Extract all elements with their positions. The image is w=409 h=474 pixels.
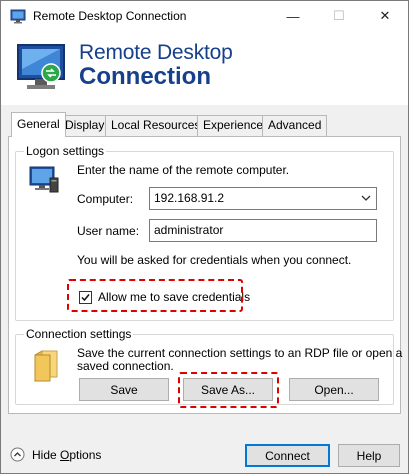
save-credentials-checkbox[interactable]	[79, 291, 92, 304]
open-button[interactable]: Open...	[289, 378, 379, 401]
tab-local-resources[interactable]: Local Resources	[105, 115, 207, 136]
hide-options-link[interactable]: Hide Options	[32, 448, 101, 462]
banner-title-line1: Remote Desktop	[79, 41, 233, 64]
save-credentials-label[interactable]: Allow me to save credentials	[98, 290, 250, 304]
remote-desktop-app-icon	[10, 9, 26, 24]
logon-instruction: Enter the name of the remote computer.	[77, 163, 290, 177]
rdp-window: Remote Desktop Connection — ☐ ✕ Remote D…	[0, 0, 409, 474]
banner-title-line2: Connection	[79, 63, 211, 90]
connect-button[interactable]: Connect	[245, 444, 330, 467]
help-button[interactable]: Help	[338, 444, 400, 467]
computer-label: Computer:	[77, 192, 134, 206]
connection-settings-group: Connection settings Save the current con…	[15, 327, 402, 405]
tab-general[interactable]: General	[11, 112, 66, 137]
computer-icon	[29, 166, 59, 193]
computer-combobox[interactable]: 192.168.91.2	[149, 187, 377, 210]
close-button[interactable]: ✕	[362, 1, 408, 31]
chevron-up-circle-icon[interactable]	[10, 447, 25, 462]
computer-value: 192.168.91.2	[154, 191, 225, 205]
username-value: administrator	[154, 223, 224, 237]
tab-display[interactable]: Display	[59, 115, 111, 136]
maximize-button[interactable]: ☐	[316, 1, 362, 31]
username-label: User name:	[77, 224, 140, 238]
remote-desktop-monitor-icon	[17, 44, 65, 89]
checkmark-icon	[81, 294, 90, 302]
connection-settings-label: Connection settings	[24, 327, 134, 341]
tab-experience[interactable]: Experience	[197, 115, 270, 136]
window-title: Remote Desktop Connection	[33, 9, 187, 23]
title-bar: Remote Desktop Connection — ☐ ✕	[1, 1, 408, 31]
logon-settings-label: Logon settings	[24, 144, 107, 158]
username-input[interactable]: administrator	[149, 219, 377, 242]
general-tab-panel: Logon settings Enter the name of the rem…	[8, 136, 402, 414]
close-icon: ✕	[379, 8, 391, 23]
maximize-icon: ☐	[333, 8, 345, 23]
save-button[interactable]: Save	[79, 378, 169, 401]
logon-settings-group: Logon settings Enter the name of the rem…	[15, 144, 394, 321]
connection-description-line1: Save the current connection settings to …	[77, 346, 403, 360]
minimize-icon: —	[286, 8, 300, 24]
chevron-down-icon[interactable]	[360, 191, 372, 205]
header-banner: Remote Desktop Connection	[1, 31, 408, 105]
minimize-button[interactable]: —	[270, 1, 316, 31]
folder-icon	[34, 350, 58, 382]
connection-description-line2: saved connection.	[77, 359, 174, 373]
tab-advanced[interactable]: Advanced	[262, 115, 328, 136]
save-as-button[interactable]: Save As...	[183, 378, 273, 401]
credentials-note: You will be asked for credentials when y…	[77, 253, 352, 267]
